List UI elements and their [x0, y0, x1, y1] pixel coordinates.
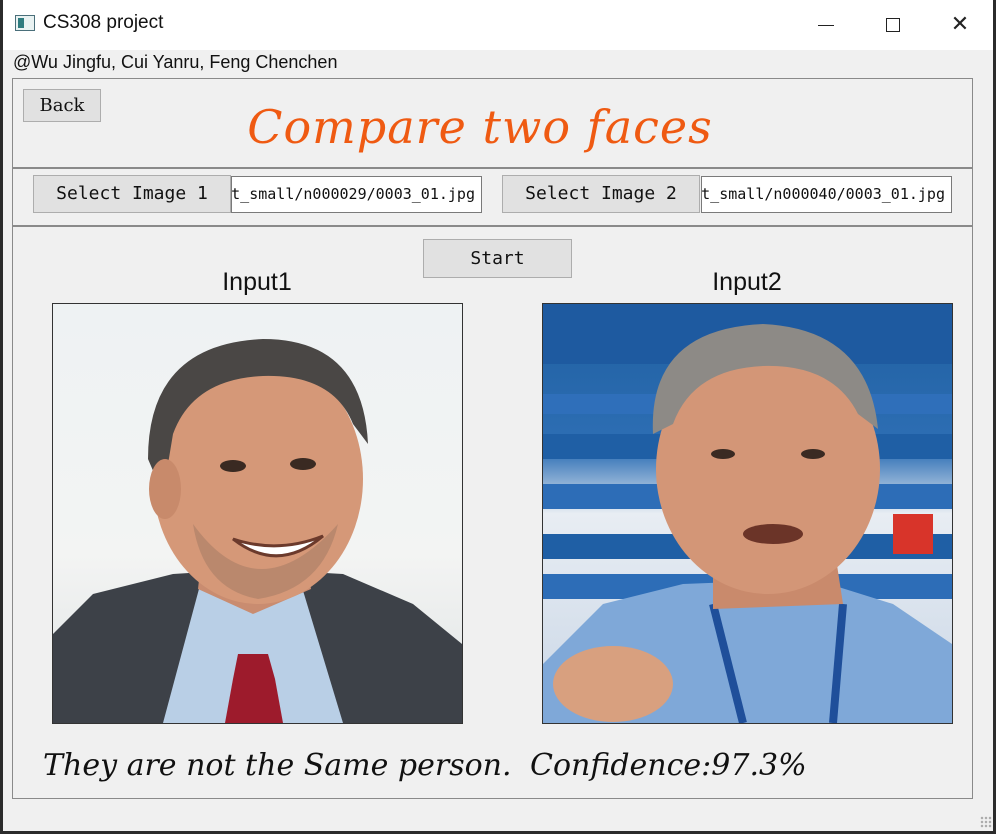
input1-photo: [52, 303, 463, 724]
image-1-path-field[interactable]: t_small/n000029/0003_01.jpg: [231, 176, 482, 213]
input2-face-image: [543, 304, 952, 723]
close-button[interactable]: ✕: [927, 0, 993, 50]
image-2-path-field[interactable]: t_small/n000040/0003_01.jpg: [701, 176, 952, 213]
minimize-button[interactable]: [793, 0, 859, 50]
resize-grip-icon[interactable]: [980, 816, 992, 828]
authors-label: @Wu Jingfu, Cui Yanru, Feng Chenchen: [13, 52, 338, 72]
input2-label: Input2: [712, 268, 782, 296]
title-bar[interactable]: CS308 project ✕: [3, 0, 993, 50]
page-heading: Compare two faces: [247, 100, 713, 154]
image-1-path-text: t_small/n000029/0003_01.jpg: [231, 185, 475, 203]
input2-photo: [542, 303, 953, 724]
minimize-icon: [818, 24, 834, 26]
select-image-2-button[interactable]: Select Image 2: [502, 175, 700, 213]
app-icon: [15, 15, 35, 31]
maximize-button[interactable]: [860, 0, 926, 50]
image-2-path-text: t_small/n000040/0003_01.jpg: [701, 185, 945, 203]
close-icon: ✕: [950, 12, 970, 37]
input1-label: Input1: [222, 268, 292, 296]
result-text: They are not the Same person.: [43, 748, 512, 783]
select-image-1-button[interactable]: Select Image 1: [33, 175, 231, 213]
window-title: CS308 project: [43, 12, 164, 33]
maximize-icon: [886, 18, 900, 32]
confidence-text: Confidence:97.3%: [530, 748, 807, 783]
input1-face-image: [53, 339, 462, 723]
